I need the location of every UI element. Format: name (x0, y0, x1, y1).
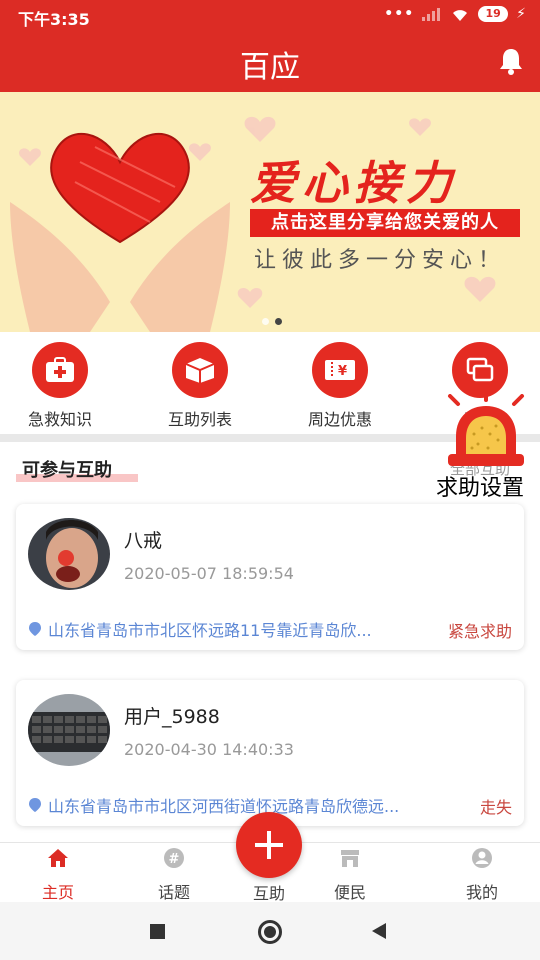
quick-nav-nearby-deals[interactable]: ¥ 周边优惠 (290, 342, 390, 430)
tab-topics[interactable]: # 话题 (134, 847, 214, 903)
avatar (28, 518, 110, 590)
tab-label: 我的 (465, 883, 498, 902)
card-location-text: 山东省青岛市市北区河西街道怀远路青岛欣德远... (48, 797, 400, 816)
card-username: 用户_5988 (124, 706, 220, 728)
back-icon[interactable] (372, 923, 386, 939)
promo-banner[interactable]: 爱心接力 点击这里分享给您关爱的人 让彼此多一分安心！ (0, 92, 540, 332)
user-icon (472, 848, 492, 868)
coupon-icon: ¥ (312, 342, 368, 398)
tab-home[interactable]: 主页 (18, 847, 98, 903)
quick-nav-label: 急救知识 (27, 410, 92, 429)
card-location[interactable]: 山东省青岛市市北区怀远路11号靠近青岛欣... (28, 618, 428, 640)
store-icon (341, 850, 359, 867)
card-location[interactable]: 山东省青岛市市北区河西街道怀远路青岛欣德远... (28, 794, 428, 816)
home-button-icon[interactable] (258, 920, 282, 944)
tab-label: 便民 (333, 883, 366, 902)
tab-label: 话题 (157, 883, 190, 902)
wifi-icon (453, 10, 468, 21)
help-card[interactable]: 用户_5988 2020-04-30 14:40:33 山东省青岛市市北区河西街… (16, 680, 524, 826)
svg-text:#: # (169, 852, 180, 867)
quick-nav-label: 互助列表 (167, 410, 232, 429)
topic-hash-icon: # (164, 848, 184, 868)
avatar (28, 694, 110, 766)
tab-mutual-help-label[interactable]: 互助 (236, 880, 302, 904)
status-icons: ••• 19 ⚡ (384, 6, 526, 22)
card-username: 八戒 (124, 530, 163, 552)
help-card[interactable]: 八戒 2020-05-07 18:59:54 山东省青岛市市北区怀远路11号靠近… (16, 504, 524, 650)
help-settings-label[interactable]: 求助设置 (436, 470, 524, 502)
more-dots-icon: ••• (384, 6, 415, 22)
first-aid-kit-icon (32, 342, 88, 398)
plus-icon[interactable] (236, 812, 302, 878)
card-location-text: 山东省青岛市市北区怀远路11号靠近青岛欣... (48, 621, 372, 640)
system-nav-bar (0, 902, 540, 960)
banner-title: 爱心接力 (250, 156, 458, 210)
charging-icon: ⚡ (516, 6, 526, 22)
card-timestamp: 2020-04-30 14:40:33 (124, 740, 294, 759)
card-tag: 紧急求助 (447, 622, 512, 641)
signal-icon (422, 7, 442, 21)
location-pin-icon (29, 622, 41, 636)
banner-subtitle: 让彼此多一分安心！ (254, 248, 507, 273)
help-section: 可参与互助 全部互助 八戒 2020-05-07 18:59:54 山东省青岛市… (0, 442, 540, 842)
location-pin-icon (29, 798, 41, 812)
copy-window-icon (452, 342, 508, 398)
tab-me[interactable]: 我的 (442, 847, 522, 903)
quick-nav-label: 周边优惠 (307, 410, 372, 429)
status-time: 下午3:35 (18, 10, 90, 29)
quick-nav-first-aid[interactable]: 急救知识 (10, 342, 110, 430)
quick-nav-help-list[interactable]: 互助列表 (150, 342, 250, 430)
bell-icon[interactable] (498, 47, 524, 75)
tab-services[interactable]: 便民 (310, 847, 390, 903)
carousel-indicator[interactable] (262, 318, 282, 325)
section-title: 可参与互助 (22, 460, 112, 481)
app-title: 百应 (240, 50, 300, 85)
banner-share-strip: 点击这里分享给您关爱的人 (250, 209, 520, 237)
battery-icon: 19 (478, 6, 509, 22)
svg-text:¥: ¥ (338, 364, 347, 379)
home-icon (48, 849, 68, 867)
plus-vertical (267, 831, 271, 859)
tab-label: 主页 (41, 883, 74, 902)
status-bar: 下午3:35 ••• 19 ⚡ (0, 0, 540, 30)
card-tag: 走失 (479, 798, 512, 817)
recents-icon[interactable] (150, 924, 165, 939)
card-timestamp: 2020-05-07 18:59:54 (124, 564, 294, 583)
app-header: 百应 (0, 30, 540, 92)
box-icon (172, 342, 228, 398)
